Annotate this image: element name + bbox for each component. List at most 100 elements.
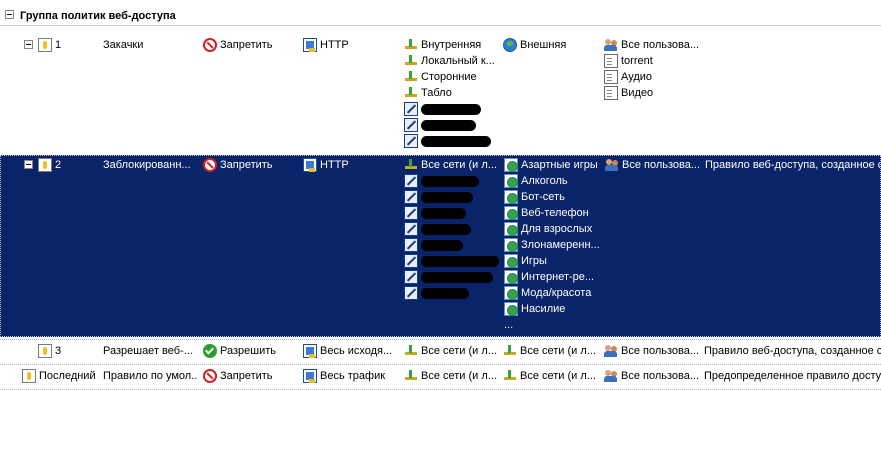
content-type-icon: [604, 86, 618, 100]
network-icon: [404, 158, 418, 172]
users-item: Все пользова...: [621, 370, 700, 382]
url-category-icon: [504, 286, 518, 300]
redacted-item: [421, 175, 479, 187]
protocol-icon: [303, 369, 317, 383]
to-item: Внешняя: [520, 39, 567, 51]
table-row-rule-2[interactable]: 2 Заблокированн... Запретить HTTP Все се…: [0, 155, 881, 337]
url-category-icon: [504, 158, 518, 172]
computer-set-icon: [404, 238, 418, 252]
table-row-rule-3[interactable]: 3 Разрешает веб-... Разрешить Весь исход…: [0, 342, 881, 362]
rule-action: Разрешить: [220, 345, 276, 357]
network-icon: [404, 38, 418, 52]
globe-icon: [503, 38, 517, 52]
to-item: Насилие: [521, 303, 566, 315]
rule-protocol: HTTP: [320, 39, 349, 51]
redacted-item: [421, 135, 491, 147]
rule-description: Правило веб-доступа, созданное с: [704, 345, 881, 357]
redacted-item: [421, 239, 463, 251]
computer-set-icon: [404, 254, 418, 268]
content-item: Аудио: [621, 71, 653, 83]
rule-name: Закачки: [103, 39, 144, 51]
redacted-item: [421, 223, 471, 235]
row-separator: [0, 389, 881, 390]
users-item: Все пользова...: [621, 345, 700, 357]
to-item: Игры: [521, 255, 547, 267]
computer-set-icon: [404, 270, 418, 284]
redacted-item: [421, 191, 473, 203]
redacted-item: [421, 287, 469, 299]
rule-icon: [38, 344, 52, 358]
table-row-rule-default[interactable]: Последний Правило по умол... Запретить В…: [0, 367, 881, 387]
users-icon: [605, 158, 619, 172]
users-icon: [604, 369, 618, 383]
url-category-icon: [504, 174, 518, 188]
computer-set-icon: [404, 134, 418, 148]
redacted-item: [421, 271, 493, 283]
rule-order: 2: [55, 159, 62, 171]
users-item: Все пользова...: [621, 39, 700, 51]
users-icon: [604, 38, 618, 52]
computer-set-icon: [404, 286, 418, 300]
rule-to-list: Азартные игры Алкоголь Бот-сеть Веб-теле…: [504, 157, 602, 333]
to-item: Для взрослых: [521, 223, 593, 235]
rule-order: Последний: [39, 370, 96, 382]
network-icon: [404, 344, 418, 358]
table-row-rule-1[interactable]: 1 Закачки Запретить HTTP Внутренняя Лока…: [0, 36, 881, 152]
deny-icon: [203, 38, 217, 52]
content-type-icon: [604, 70, 618, 84]
network-icon: [503, 344, 517, 358]
network-icon: [404, 86, 418, 100]
url-category-icon: [504, 222, 518, 236]
rule-description: Правило веб-доступа, созданное с: [705, 159, 881, 171]
to-item: Интернет-ре...: [521, 271, 595, 283]
content-item: torrent: [621, 55, 653, 67]
computer-set-icon: [404, 190, 418, 204]
content-item: Видео: [621, 87, 654, 99]
rule-name: Правило по умол...: [103, 370, 198, 382]
network-icon: [503, 369, 517, 383]
users-item: Все пользова...: [622, 159, 701, 171]
network-icon: [404, 54, 418, 68]
rule-protocol: Весь исходя...: [320, 345, 393, 357]
network-icon: [404, 70, 418, 84]
content-type-icon: [604, 54, 618, 68]
url-category-icon: [504, 302, 518, 316]
rule-description: Предопределенное правило досту: [704, 370, 881, 382]
allow-icon: [203, 344, 217, 358]
url-category-icon: [504, 238, 518, 252]
row-separator: [0, 339, 881, 340]
rule-order: 1: [55, 39, 62, 51]
url-category-icon: [504, 270, 518, 284]
to-item: Злонамеренн...: [521, 239, 600, 251]
to-more: ...: [504, 319, 514, 331]
deny-icon: [203, 158, 217, 172]
from-item: Сторонние: [421, 71, 477, 83]
to-item: Бот-сеть: [521, 191, 565, 203]
rule-action: Запретить: [220, 370, 273, 382]
to-item: Все сети (и л...: [520, 345, 596, 357]
rule-from-list: Внутренняя Локальный к... Сторонние Табл…: [404, 37, 501, 149]
to-item: Веб-телефон: [521, 207, 589, 219]
collapse-group-icon[interactable]: [5, 10, 14, 19]
redacted-item: [421, 255, 499, 267]
deny-icon: [203, 369, 217, 383]
protocol-icon: [303, 158, 317, 172]
from-item: Все сети (и л...: [421, 345, 497, 357]
collapse-rule-icon[interactable]: [24, 160, 33, 169]
collapse-rule-icon[interactable]: [24, 40, 33, 49]
policy-group-header[interactable]: Группа политик веб-доступа: [0, 6, 881, 26]
users-icon: [604, 344, 618, 358]
rule-icon: [38, 38, 52, 52]
rule-protocol: Весь трафик: [320, 370, 386, 382]
from-item: Локальный к...: [421, 55, 495, 67]
computer-set-icon: [404, 102, 418, 116]
rule-action: Запретить: [220, 39, 273, 51]
rule-name: Заблокированн...: [103, 159, 191, 171]
computer-set-icon: [404, 206, 418, 220]
protocol-icon: [303, 38, 317, 52]
url-category-icon: [504, 254, 518, 268]
computer-set-icon: [404, 222, 418, 236]
to-item: Все сети (и л...: [520, 370, 596, 382]
rule-action: Запретить: [220, 159, 273, 171]
computer-set-icon: [404, 118, 418, 132]
